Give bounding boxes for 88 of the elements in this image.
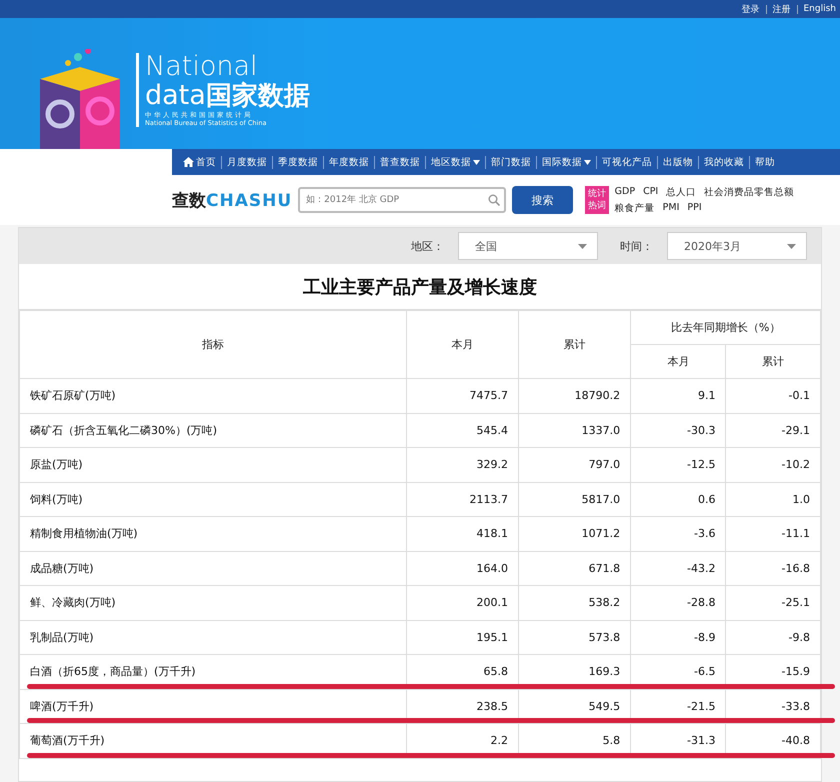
table-cell: 18790.2 — [518, 378, 631, 413]
search-icon — [488, 194, 500, 206]
filter-select[interactable]: 全国 — [458, 232, 598, 260]
nav-item[interactable]: 帮助 — [749, 156, 780, 168]
table-cell: -8.9 — [630, 620, 726, 654]
table-cell: 538.2 — [518, 586, 631, 620]
column-header: 累计 — [726, 344, 820, 378]
table-cell: 2113.7 — [406, 482, 519, 516]
table-cell: 671.8 — [518, 551, 631, 586]
table-cell: -25.1 — [726, 586, 820, 620]
table-cell: 磷矿石（折含五氧化二磷30%）(万吨) — [20, 413, 406, 448]
table-cell: -16.8 — [726, 551, 820, 586]
hot-word-link[interactable]: 总人口 — [666, 186, 696, 198]
table-cell: -30.3 — [630, 413, 726, 448]
filter-label: 地区： — [411, 238, 444, 254]
table-cell: 铁矿石原矿(万吨) — [20, 378, 406, 413]
table-cell: 0.6 — [630, 482, 726, 516]
table-cell: 饲料(万吨) — [20, 482, 406, 516]
nav-item[interactable]: 我的收藏 — [698, 156, 749, 168]
table-cell: 545.4 — [406, 413, 519, 448]
top-link[interactable]: English — [804, 4, 836, 14]
search-field[interactable]: 如：2012年 北京 GDP — [304, 194, 488, 206]
nav-item[interactable]: 首页 — [178, 156, 221, 168]
nav-item[interactable]: 出版物 — [657, 156, 698, 168]
filter-select[interactable]: 2020年3月 — [667, 232, 807, 260]
table-cell: -3.6 — [630, 516, 726, 551]
hot-word-link[interactable]: CPI — [643, 186, 658, 198]
table-cell: -11.1 — [726, 516, 820, 551]
logo-text: National — [145, 53, 258, 81]
table-cell: 7475.7 — [406, 378, 519, 413]
table-cell: 1071.2 — [518, 516, 631, 551]
caret-icon — [584, 160, 591, 164]
hot-word-link[interactable]: PPI — [687, 202, 702, 214]
search-button[interactable]: 搜索 — [512, 186, 574, 214]
hot-words-badge: 统计热词 — [585, 186, 609, 214]
table-cell: 5817.0 — [518, 482, 631, 516]
brand-logo-text: CHASHU — [206, 190, 292, 210]
table-cell: -0.1 — [726, 378, 820, 413]
home-icon — [183, 157, 194, 167]
dropdown-caret-icon — [578, 244, 587, 248]
column-header: 累计 — [518, 310, 631, 378]
column-header: 本月 — [630, 344, 726, 378]
table-cell: 164.0 — [406, 551, 519, 586]
top-link[interactable]: 登录 — [742, 2, 760, 16]
caret-icon — [473, 160, 480, 164]
table-cell: 原盐(万吨) — [20, 448, 406, 482]
table-cell: -12.5 — [630, 448, 726, 482]
logo-text: data — [145, 81, 206, 111]
table-cell: 1337.0 — [518, 413, 631, 448]
table-cell: 精制食用植物油(万吨) — [20, 516, 406, 551]
dropdown-caret-icon — [787, 244, 796, 248]
top-link[interactable]: 注册 — [772, 2, 790, 16]
hot-word-link[interactable]: 粮食产量 — [614, 202, 655, 214]
table-cell: -43.2 — [630, 551, 726, 586]
table-cell: 195.1 — [406, 620, 519, 654]
hot-word-link[interactable]: GDP — [614, 186, 636, 198]
table-cell: 200.1 — [406, 586, 519, 620]
table-cell: 573.8 — [518, 620, 631, 654]
table-title: 工业主要产品产量及增长速度 — [19, 264, 821, 310]
nav-item[interactable]: 可视化产品 — [596, 156, 657, 168]
nav-item[interactable]: 月度数据 — [221, 156, 272, 168]
table-cell: 9.1 — [630, 378, 726, 413]
logo-text: 国家数据 — [206, 81, 310, 111]
brand-logo-text: 查数 — [172, 190, 206, 212]
nav-item[interactable]: 国际数据 — [536, 156, 596, 168]
table-cell: 1.0 — [726, 482, 820, 516]
nav-item[interactable]: 部门数据 — [485, 156, 536, 168]
nav-item[interactable]: 年度数据 — [323, 156, 374, 168]
table-cell: -10.2 — [726, 448, 820, 482]
table-cell: 418.1 — [406, 516, 519, 551]
table-cell: -28.8 — [630, 586, 726, 620]
column-group-header: 比去年同期增长（%） — [630, 310, 820, 344]
table-cell: 329.2 — [406, 448, 519, 482]
table-cell: -29.1 — [726, 413, 820, 448]
hot-word-link[interactable]: 社会消费品零售总额 — [704, 186, 794, 198]
nav-item[interactable]: 普查数据 — [374, 156, 425, 168]
table-cell: -9.8 — [726, 620, 820, 654]
table-cell: 乳制品(万吨) — [20, 620, 406, 654]
hot-word-link[interactable]: PMI — [662, 202, 680, 214]
table-cell: 鲜、冷藏肉(万吨) — [20, 586, 406, 620]
nav-item[interactable]: 地区数据 — [425, 156, 485, 168]
nav-item[interactable]: 季度数据 — [272, 156, 323, 168]
table-cell: 成品糖(万吨) — [20, 551, 406, 586]
column-header: 本月 — [406, 310, 519, 378]
search-box[interactable]: 如：2012年 北京 GDP — [298, 187, 506, 213]
column-header: 指标 — [20, 310, 406, 378]
table-cell: 797.0 — [518, 448, 631, 482]
filter-label: 时间： — [620, 238, 653, 254]
